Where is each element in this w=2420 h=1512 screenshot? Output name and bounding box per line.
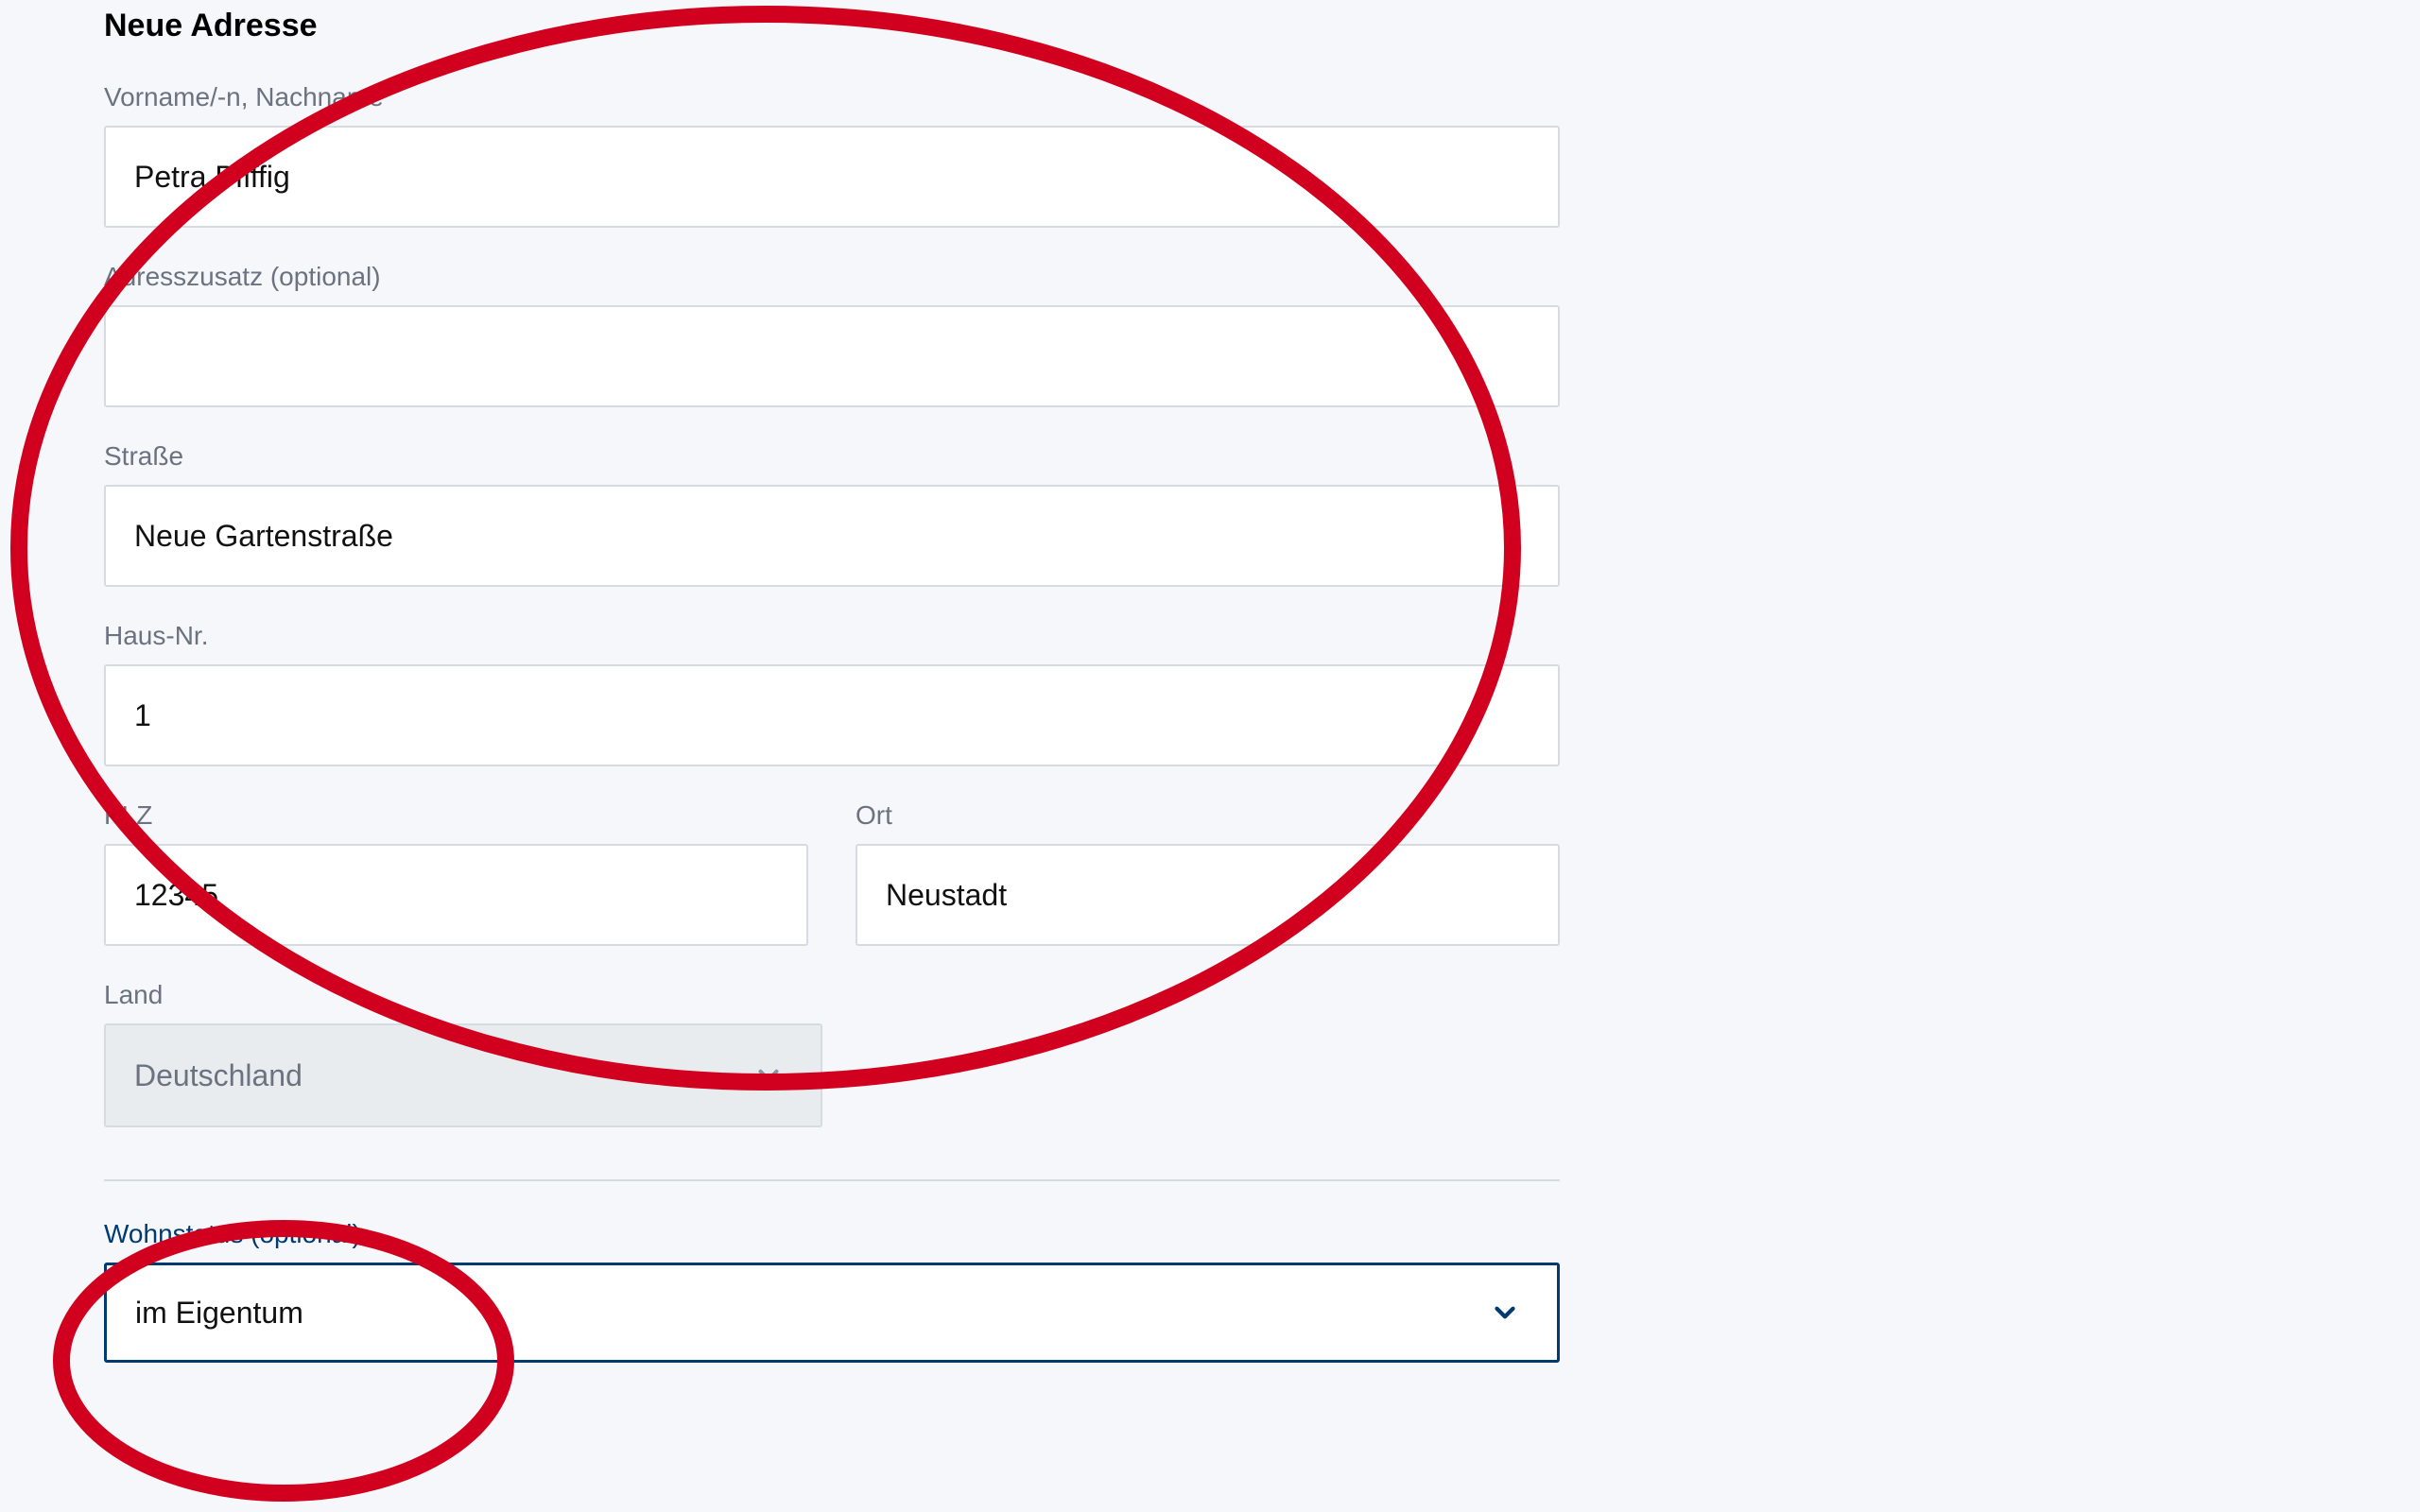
house-input[interactable] bbox=[104, 664, 1560, 766]
field-house-group: Haus-Nr. bbox=[104, 621, 1560, 766]
wohnstatus-value: im Eigentum bbox=[135, 1296, 303, 1331]
chevron-down-icon bbox=[752, 1059, 785, 1091]
country-label: Land bbox=[104, 980, 1560, 1010]
field-street-group: Straße bbox=[104, 441, 1560, 587]
field-addon-group: Adresszusatz (optional) bbox=[104, 262, 1560, 407]
city-label: Ort bbox=[856, 800, 1560, 831]
street-input[interactable] bbox=[104, 485, 1560, 587]
house-label: Haus-Nr. bbox=[104, 621, 1560, 651]
city-input[interactable] bbox=[856, 844, 1560, 946]
zip-input[interactable] bbox=[104, 844, 808, 946]
section-title: Neue Adresse bbox=[104, 0, 1560, 44]
wohnstatus-label: Wohnstatus (optional) bbox=[104, 1219, 1560, 1249]
country-select: Deutschland bbox=[104, 1023, 822, 1127]
divider bbox=[104, 1179, 1560, 1181]
wohnstatus-select[interactable]: im Eigentum bbox=[104, 1263, 1560, 1363]
field-name-group: Vorname/-n, Nachname bbox=[104, 82, 1560, 228]
zip-city-row: PLZ Ort bbox=[104, 800, 1560, 946]
street-label: Straße bbox=[104, 441, 1560, 472]
addon-label: Adresszusatz (optional) bbox=[104, 262, 1560, 292]
name-input[interactable] bbox=[104, 126, 1560, 228]
zip-label: PLZ bbox=[104, 800, 808, 831]
name-label: Vorname/-n, Nachname bbox=[104, 82, 1560, 112]
country-value: Deutschland bbox=[134, 1058, 302, 1093]
field-wohnstatus-group: Wohnstatus (optional) im Eigentum bbox=[104, 1219, 1560, 1363]
addon-input[interactable] bbox=[104, 305, 1560, 407]
field-zip-group: PLZ bbox=[104, 800, 808, 946]
field-city-group: Ort bbox=[856, 800, 1560, 946]
chevron-down-icon bbox=[1489, 1297, 1521, 1329]
field-country-group: Land Deutschland bbox=[104, 980, 1560, 1127]
